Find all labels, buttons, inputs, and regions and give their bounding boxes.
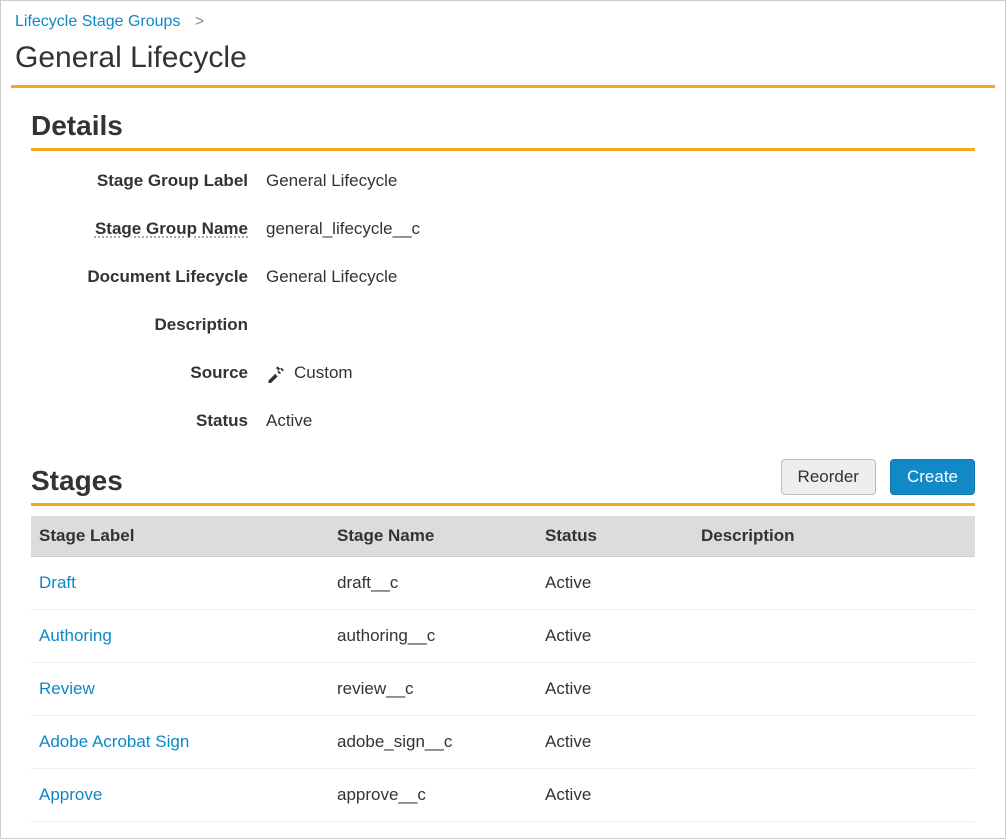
col-status: Status <box>537 516 693 557</box>
page-frame: Lifecycle Stage Groups > General Lifecyc… <box>0 0 1006 839</box>
detail-value: general_lifecycle__c <box>266 219 420 239</box>
stages-section-header: Stages Reorder Create <box>31 459 975 497</box>
stage-status-cell: Active <box>537 610 693 663</box>
stage-status-cell: Active <box>537 663 693 716</box>
stage-status-cell: Active <box>537 557 693 610</box>
custom-icon <box>266 363 286 383</box>
stage-name-cell: review__c <box>329 663 537 716</box>
detail-row-source: Source Custom <box>31 363 975 383</box>
details-section-title: Details <box>31 110 123 142</box>
detail-value: Active <box>266 411 312 431</box>
stage-name-cell: adobe_sign__c <box>329 716 537 769</box>
stage-label-link[interactable]: Authoring <box>39 626 112 645</box>
stage-description-cell <box>693 610 975 663</box>
detail-row-description: Description <box>31 315 975 335</box>
stage-label-link[interactable]: Approve <box>39 785 102 804</box>
details-section-header: Details <box>31 110 975 142</box>
detail-label: Document Lifecycle <box>31 267 266 287</box>
stages-section-title: Stages <box>31 465 123 497</box>
detail-value: Custom <box>266 363 353 383</box>
table-row: Review review__cActive <box>31 663 975 716</box>
stage-status-cell: Active <box>537 716 693 769</box>
details-divider <box>31 148 975 151</box>
stage-label-link[interactable]: Adobe Acrobat Sign <box>39 732 189 751</box>
stage-label-link[interactable]: Review <box>39 679 95 698</box>
stage-description-cell <box>693 716 975 769</box>
source-value-text: Custom <box>294 363 353 383</box>
col-stage-name: Stage Name <box>329 516 537 557</box>
detail-label: Status <box>31 411 266 431</box>
detail-row-document-lifecycle: Document Lifecycle General Lifecycle <box>31 267 975 287</box>
breadcrumb: Lifecycle Stage Groups > <box>1 1 1005 33</box>
breadcrumb-separator: > <box>195 13 204 30</box>
table-row: Approve approve__cActive <box>31 769 975 822</box>
detail-value: General Lifecycle <box>266 171 397 191</box>
detail-row-status: Status Active <box>31 411 975 431</box>
stage-status-cell: Active <box>537 769 693 822</box>
stage-label-link[interactable]: Draft <box>39 573 76 592</box>
title-divider <box>11 85 995 88</box>
detail-label: Description <box>31 315 266 335</box>
detail-value: General Lifecycle <box>266 267 397 287</box>
table-row: Authoring authoring__cActive <box>31 610 975 663</box>
stages-header-row: Stage Label Stage Name Status Descriptio… <box>31 516 975 557</box>
breadcrumb-parent-link[interactable]: Lifecycle Stage Groups <box>15 13 180 30</box>
stage-name-cell: draft__c <box>329 557 537 610</box>
stage-description-cell <box>693 769 975 822</box>
stage-name-cell: approve__c <box>329 769 537 822</box>
detail-label: Stage Group Label <box>31 171 266 191</box>
create-button[interactable]: Create <box>890 459 975 495</box>
stages-table: Stage Label Stage Name Status Descriptio… <box>31 516 975 822</box>
table-row: Draft draft__cActive <box>31 557 975 610</box>
reorder-button[interactable]: Reorder <box>781 459 876 495</box>
stage-description-cell <box>693 663 975 716</box>
col-description: Description <box>693 516 975 557</box>
detail-row-stage-group-label: Stage Group Label General Lifecycle <box>31 171 975 191</box>
col-stage-label: Stage Label <box>31 516 329 557</box>
stages-divider <box>31 503 975 506</box>
stages-button-group: Reorder Create <box>781 459 975 495</box>
table-row: Adobe Acrobat Sign adobe_sign__cActive <box>31 716 975 769</box>
stage-name-cell: authoring__c <box>329 610 537 663</box>
page-title: General Lifecycle <box>1 33 1005 85</box>
detail-label: Stage Group Name <box>31 219 266 239</box>
detail-label: Source <box>31 363 266 383</box>
stage-description-cell <box>693 557 975 610</box>
detail-row-stage-group-name: Stage Group Name general_lifecycle__c <box>31 219 975 239</box>
